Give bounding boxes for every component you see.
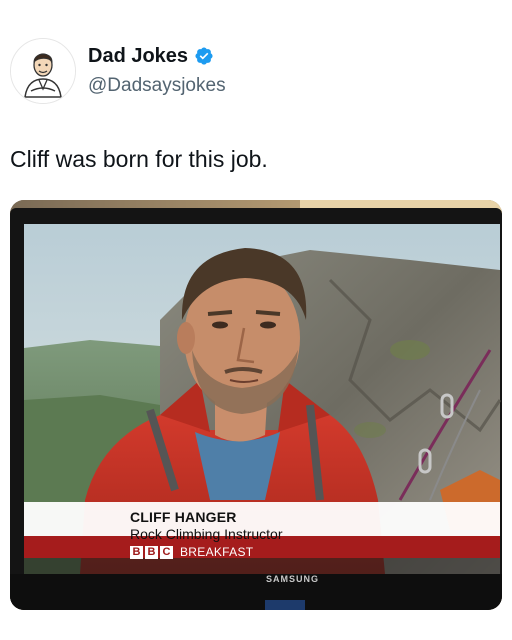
tv-screen xyxy=(24,224,502,574)
tweet-text: Cliff was born for this job. xyxy=(10,146,268,172)
tv-brand-label: SAMSUNG xyxy=(266,574,320,584)
tweet-photo[interactable] xyxy=(10,200,502,610)
avatar-illustration xyxy=(11,39,75,103)
bbc-logo: B B C BREAKFAST xyxy=(130,545,253,559)
tv-photo-illustration xyxy=(10,200,502,610)
caption-role: Rock Climbing Instructor xyxy=(130,526,283,542)
author-handle[interactable]: @Dadsaysjokes xyxy=(88,74,226,98)
author-name-row: Dad Jokes xyxy=(88,44,214,68)
bbc-letter-c: C xyxy=(160,545,173,559)
author-avatar[interactable] xyxy=(10,38,76,104)
bbc-letter-b2: B xyxy=(145,545,158,559)
programme-name: BREAKFAST xyxy=(180,545,254,559)
author-display-name[interactable]: Dad Jokes xyxy=(88,44,188,68)
bbc-letter-b1: B xyxy=(130,545,143,559)
caption-name: CLIFF HANGER xyxy=(130,509,237,525)
verified-badge-icon xyxy=(195,47,213,65)
